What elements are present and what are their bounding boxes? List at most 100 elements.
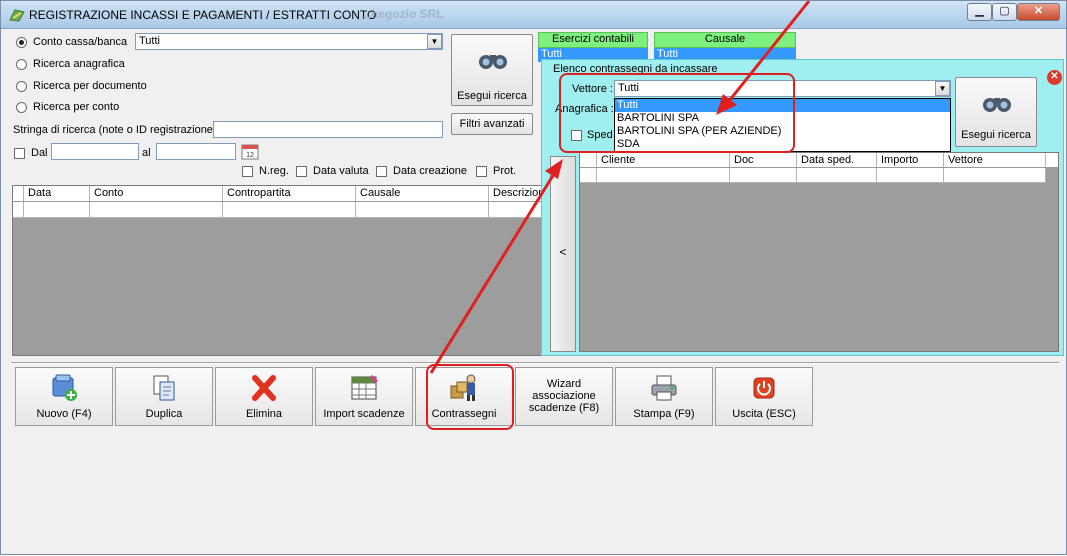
nreg-checkbox[interactable] <box>242 166 253 177</box>
chevron-down-icon[interactable]: ▼ <box>427 34 442 49</box>
row-header-cell <box>13 202 24 217</box>
column-header[interactable]: Doc <box>730 153 797 167</box>
close-icon[interactable]: ✕ <box>1047 70 1062 85</box>
search-string-input[interactable] <box>213 121 443 138</box>
conto-select[interactable]: Tutti <box>135 33 443 50</box>
maximize-button[interactable]: ▢ <box>992 3 1017 21</box>
contrassegni-highlight <box>426 364 514 430</box>
column-header[interactable]: Contropartita <box>223 186 356 201</box>
data-creazione-checkbox[interactable] <box>376 166 387 177</box>
close-window-button[interactable]: ✕ <box>1017 3 1060 21</box>
data-creazione-label: Data creazione <box>393 165 467 177</box>
chevron-down-icon[interactable]: ▼ <box>935 81 950 96</box>
separator <box>11 362 1059 364</box>
table-cell[interactable] <box>489 202 547 217</box>
power-icon <box>753 377 775 399</box>
esercizi-header: Esercizi contabili <box>538 32 648 48</box>
dal-checkbox[interactable] <box>14 148 25 159</box>
esercizi-label: Esercizi contabili <box>552 33 634 45</box>
radio-ricerca-documento[interactable] <box>16 81 27 92</box>
table-cell[interactable] <box>730 168 797 182</box>
calendar-icon[interactable]: 12 <box>241 143 259 160</box>
print-button[interactable]: Stampa (F9) <box>615 367 713 426</box>
popup-search-button[interactable]: Esegui ricerca <box>955 77 1037 147</box>
causale-header: Causale <box>654 32 796 48</box>
new-button[interactable]: Nuovo (F4) <box>15 367 113 426</box>
table-row[interactable] <box>580 168 1046 183</box>
main-grid-header: Data Conto Contropartita Causale Descriz… <box>13 186 547 202</box>
exit-button-label: Uscita (ESC) <box>732 408 796 420</box>
column-header[interactable]: Data sped. <box>797 153 877 167</box>
collapse-panel-button[interactable]: < <box>550 156 576 352</box>
row-header-cell <box>580 168 597 182</box>
search-button-label: Esegui ricerca <box>457 90 527 102</box>
advanced-filters-button[interactable]: Filtri avanzati <box>451 113 533 135</box>
app-icon <box>9 9 25 22</box>
table-cell[interactable] <box>597 168 730 182</box>
column-header[interactable]: Data <box>24 186 90 201</box>
column-header[interactable]: Vettore <box>944 153 1046 167</box>
spreadsheet-icon <box>351 374 379 400</box>
date-to-input[interactable] <box>156 143 236 160</box>
radio-ricerca-anagrafica-label: Ricerca anagrafica <box>33 58 125 70</box>
contrassegni-grid: Cliente Doc Data sped. Importo Vettore <box>579 152 1059 352</box>
table-row[interactable] <box>13 202 547 218</box>
column-header[interactable]: Descrizion <box>489 186 547 201</box>
table-cell[interactable] <box>797 168 877 182</box>
search-string-label: Stringa di ricerca (note o ID registrazi… <box>13 124 217 136</box>
radio-conto-cassa[interactable] <box>16 37 27 48</box>
table-cell[interactable] <box>356 202 489 217</box>
duplicate-button[interactable]: Duplica <box>115 367 213 426</box>
conto-select-value: Tutti <box>139 35 160 47</box>
al-label: al <box>142 147 151 159</box>
radio-ricerca-conto-label: Ricerca per conto <box>33 101 120 113</box>
wizard-associazione-button[interactable]: Wizard associazione scadenze (F8) <box>515 367 613 426</box>
row-header-cell <box>580 153 597 167</box>
main-grid: Data Conto Contropartita Causale Descriz… <box>12 185 547 356</box>
delete-button-label: Elimina <box>245 408 283 420</box>
import-scadenze-label: Import scadenze <box>323 408 405 420</box>
print-button-label: Stampa (F9) <box>633 408 695 420</box>
delete-icon <box>252 375 276 401</box>
prot-checkbox[interactable] <box>476 166 487 177</box>
window-title: REGISTRAZIONE INCASSI E PAGAMENTI / ESTR… <box>29 8 377 22</box>
duplicate-button-label: Duplica <box>145 408 183 420</box>
column-header[interactable]: Causale <box>356 186 489 201</box>
wizard-label: Wizard associazione scadenze (F8) <box>528 378 600 414</box>
new-record-icon <box>52 374 77 401</box>
row-header-cell <box>13 186 24 201</box>
vettore-highlight <box>559 73 795 153</box>
import-scadenze-button[interactable]: Import scadenze <box>315 367 413 426</box>
radio-ricerca-conto[interactable] <box>16 102 27 113</box>
column-header[interactable]: Conto <box>90 186 223 201</box>
collapse-label: < <box>559 245 567 259</box>
window-title-ghost: ...negozio SRL <box>361 7 444 21</box>
svg-text:12: 12 <box>246 152 254 159</box>
popup-search-label: Esegui ricerca <box>961 129 1031 141</box>
search-button[interactable]: Esegui ricerca <box>451 34 533 106</box>
radio-ricerca-documento-label: Ricerca per documento <box>33 80 147 92</box>
advanced-filters-label: Filtri avanzati <box>459 118 525 130</box>
radio-conto-cassa-label: Conto cassa/banca <box>33 36 128 48</box>
data-valuta-checkbox[interactable] <box>296 166 307 177</box>
data-valuta-label: Data valuta <box>313 165 369 177</box>
column-header[interactable]: Cliente <box>597 153 730 167</box>
contrassegni-grid-header: Cliente Doc Data sped. Importo Vettore <box>580 153 1058 168</box>
main-window: REGISTRAZIONE INCASSI E PAGAMENTI / ESTR… <box>0 0 1067 555</box>
table-cell[interactable] <box>90 202 223 217</box>
table-cell[interactable] <box>944 168 1046 182</box>
new-button-label: Nuovo (F4) <box>36 408 92 420</box>
title-bar: REGISTRAZIONE INCASSI E PAGAMENTI / ESTR… <box>1 1 1066 29</box>
radio-ricerca-anagrafica[interactable] <box>16 59 27 70</box>
table-cell[interactable] <box>24 202 90 217</box>
delete-button[interactable]: Elimina <box>215 367 313 426</box>
exit-button[interactable]: Uscita (ESC) <box>715 367 813 426</box>
table-cell[interactable] <box>877 168 944 182</box>
date-from-input[interactable] <box>51 143 139 160</box>
causale-label: Causale <box>704 33 746 45</box>
table-cell[interactable] <box>223 202 356 217</box>
dal-label: Dal <box>31 147 48 159</box>
minimize-button[interactable]: ▁ <box>967 3 992 21</box>
column-header[interactable]: Importo <box>877 153 944 167</box>
duplicate-icon <box>153 375 175 401</box>
